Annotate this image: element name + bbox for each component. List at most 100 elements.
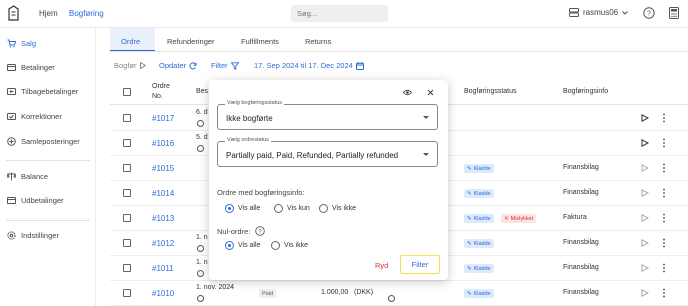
error-icon: ✕ [504, 215, 509, 222]
ryd-button[interactable]: Ryd [375, 261, 388, 270]
order-number-link[interactable]: #1010 [152, 289, 174, 298]
tab-returns[interactable]: Returns [305, 37, 331, 46]
nav-hjem[interactable]: Hjem [39, 9, 58, 18]
nav-bogforing[interactable]: Bogføring [69, 9, 104, 18]
apply-filter-button[interactable]: Filter [400, 255, 440, 274]
bogforingsstatus-label: Vælg bogføringsstatus [225, 100, 285, 106]
play-icon[interactable] [641, 189, 649, 197]
sidebar-item-label: Balance [21, 172, 49, 181]
user-menu[interactable]: rasmus06 [569, 8, 628, 17]
header-bogforingsstatus[interactable]: Bogføringsstatus [464, 88, 517, 95]
order-number-link[interactable]: #1016 [152, 139, 174, 148]
order-number-link[interactable]: #1013 [152, 214, 174, 223]
sidebar-item-label: Korrektioner [21, 112, 62, 121]
row-checkbox[interactable] [123, 289, 131, 297]
order-number-link[interactable]: #1015 [152, 164, 174, 173]
kladde-badge: ✎ Kladde [464, 289, 494, 298]
sidebar: Salg Betalinger Tilbagebetalinger Korrek… [0, 28, 96, 306]
sidebar-item-salg[interactable]: Salg [7, 39, 36, 48]
header-bes[interactable]: Bes [196, 88, 208, 95]
sidebar-item-korrektioner[interactable]: Korrektioner [7, 112, 62, 121]
more-vertical-icon[interactable] [661, 188, 667, 198]
more-vertical-icon[interactable] [661, 263, 667, 273]
play-icon[interactable] [641, 264, 649, 272]
cart-icon [7, 39, 16, 48]
row-checkbox[interactable] [123, 239, 131, 247]
table-row[interactable]: #1010 1. nov. 2024 ✎ Kladde Finansbilag Paid 1… [110, 281, 688, 306]
svg-text:?: ? [259, 229, 263, 235]
order-number-link[interactable]: #1017 [152, 114, 174, 123]
app-logo-icon[interactable] [8, 5, 19, 21]
order-date: 1. nov. 2024 [196, 284, 235, 291]
calculator-icon[interactable] [668, 7, 680, 19]
funnel-icon [230, 61, 239, 70]
select-all-checkbox[interactable] [123, 88, 131, 96]
row-checkbox[interactable] [123, 214, 131, 222]
order-number-link[interactable]: #1012 [152, 239, 174, 248]
play-icon[interactable] [641, 239, 649, 247]
radio-unselected-icon [271, 241, 280, 250]
header-bogforingsinfo[interactable]: Bogføringsinfo [563, 88, 608, 95]
more-vertical-icon[interactable] [661, 113, 667, 123]
play-icon[interactable] [641, 114, 649, 122]
more-vertical-icon[interactable] [661, 163, 667, 173]
help-icon[interactable]: ? [643, 7, 655, 19]
row-checkbox[interactable] [123, 139, 131, 147]
bogforingsstatus-value: Ikke bogførte [226, 114, 273, 123]
more-vertical-icon[interactable] [661, 138, 667, 148]
row-checkbox[interactable] [123, 114, 131, 122]
play-icon[interactable] [641, 164, 649, 172]
tab-fulfillments[interactable]: Fulfillments [241, 37, 279, 46]
radio-unselected-icon [319, 204, 328, 213]
bookinginfo-label: Ordre med bogføringsinfo: [217, 188, 305, 197]
booking-info: Finansbilag [563, 289, 599, 296]
radio-nul-vis-alle[interactable]: Vis alle [225, 241, 260, 250]
sidebar-item-balance[interactable]: Balance [7, 172, 48, 181]
row-checkbox[interactable] [123, 164, 131, 172]
sidebar-item-tilbagebetalinger[interactable]: Tilbagebetalinger [7, 87, 78, 96]
booking-info: Finansbilag [563, 164, 599, 171]
booking-info: Finansbilag [563, 264, 599, 271]
bogfor-button[interactable]: Bogfør [114, 61, 146, 70]
tab-ordre[interactable]: Ordre [121, 37, 140, 46]
more-vertical-icon[interactable] [661, 238, 667, 248]
order-number-link[interactable]: #1011 [152, 264, 174, 273]
sidebar-item-betalinger[interactable]: Betalinger [7, 63, 55, 72]
order-date: 1. n [196, 234, 208, 241]
play-icon[interactable] [641, 289, 649, 297]
radio-bookinginfo-vis-kun[interactable]: Vis kun [274, 204, 310, 213]
play-icon[interactable] [641, 139, 649, 147]
sidebar-item-indstillinger[interactable]: Indstillinger [7, 231, 59, 240]
dropdown-caret-icon [423, 153, 429, 156]
booking-info: Finansbilag [563, 239, 599, 246]
opdater-button[interactable]: Opdater [159, 61, 197, 70]
ordrestatus-value: Partially paid, Paid, Refunded, Partiall… [226, 151, 399, 160]
search-input[interactable] [291, 5, 388, 22]
eye-icon[interactable] [403, 88, 412, 97]
ordrestatus-select[interactable]: Vælg ordrestatus Partially paid, Paid, R… [217, 137, 438, 167]
filter-button[interactable]: Filter [211, 61, 239, 70]
draft-icon: ✎ [467, 240, 472, 247]
radio-nul-vis-ikke[interactable]: Vis ikke [271, 241, 308, 250]
help-icon[interactable]: ? [255, 226, 266, 236]
row-checkbox[interactable] [123, 264, 131, 272]
sidebar-item-udbetalinger[interactable]: Udbetalinger [7, 196, 64, 205]
radio-label: Vis alle [238, 242, 261, 249]
draft-icon: ✎ [467, 215, 472, 222]
more-vertical-icon[interactable] [661, 213, 667, 223]
tab-refunderinger[interactable]: Refunderinger [167, 37, 215, 46]
tab-bar: Ordre Refunderinger Fulfillments Returns [110, 28, 688, 52]
more-vertical-icon[interactable] [661, 288, 667, 298]
play-icon[interactable] [641, 214, 649, 222]
kladde-badge: ✎ Kladde [464, 164, 494, 173]
date-range-button[interactable]: 17. Sep 2024 til 17. Dec 2024 [254, 61, 364, 70]
close-icon[interactable] [426, 88, 435, 97]
order-date: 1. n [196, 259, 208, 266]
bogforingsstatus-select[interactable]: Vælg bogføringsstatus Ikke bogførte [217, 100, 438, 130]
row-checkbox[interactable] [123, 189, 131, 197]
sidebar-item-samleposteringer[interactable]: Samleposteringer [7, 137, 80, 146]
header-ordre[interactable]: Ordre [152, 83, 170, 90]
radio-bookinginfo-vis-ikke[interactable]: Vis ikke [319, 204, 356, 213]
radio-bookinginfo-vis-alle[interactable]: Vis alle [225, 204, 260, 213]
order-number-link[interactable]: #1014 [152, 189, 174, 198]
